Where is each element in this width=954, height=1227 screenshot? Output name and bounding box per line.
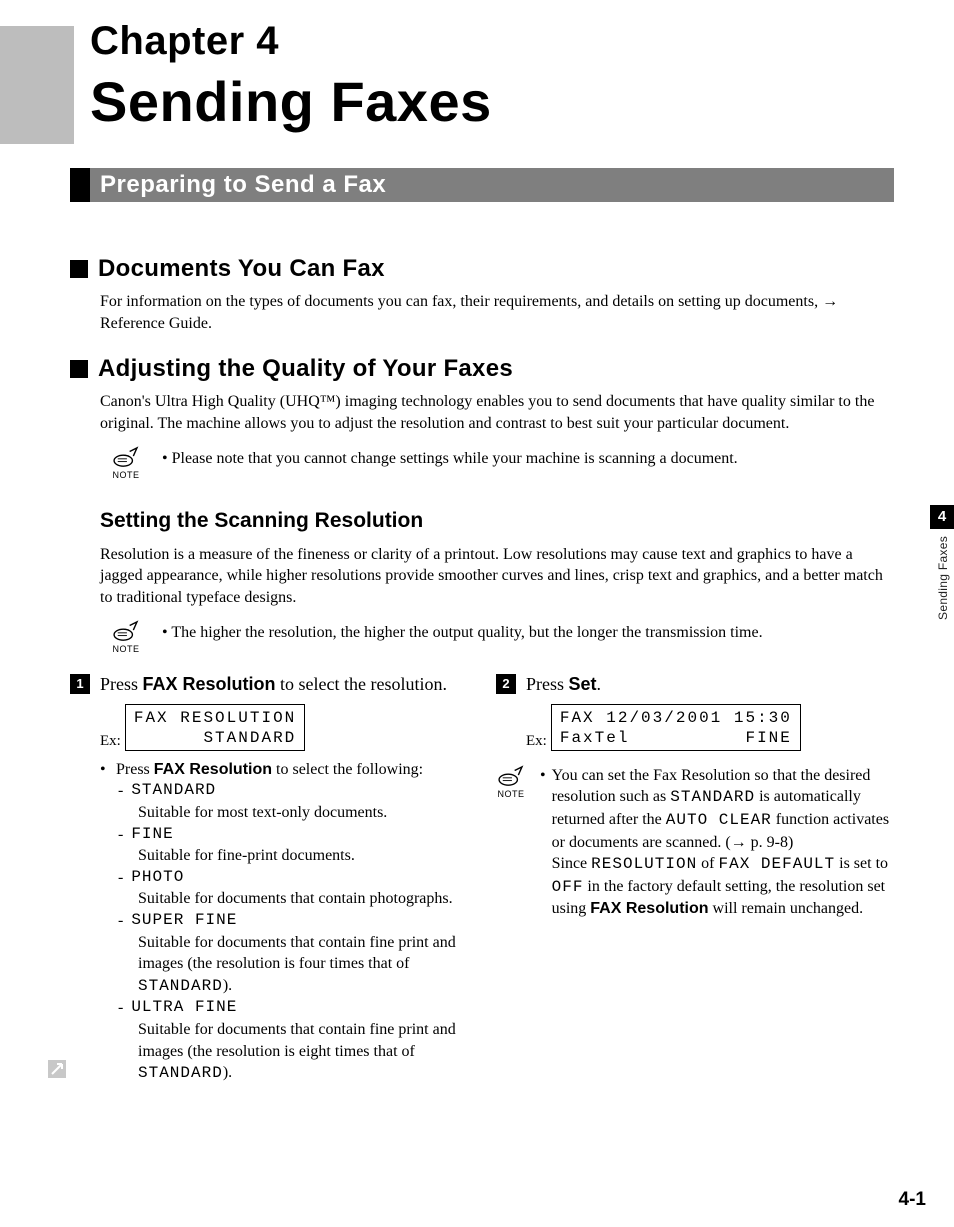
- subsection-heading: Documents You Can Fax: [70, 253, 894, 285]
- option: -PHOTO: [118, 867, 468, 889]
- note-row: NOTE • You can set the Fax Resolution so…: [496, 765, 894, 920]
- section-bar-bullet: [70, 168, 90, 202]
- key-name: FAX Resolution: [590, 900, 708, 917]
- note-row: NOTE • Please note that you cannot chang…: [106, 446, 894, 481]
- section-bar-title: Preparing to Send a Fax: [100, 169, 386, 201]
- lcd-line1: FAX RESOLUTION: [134, 709, 296, 727]
- lcd-line2: FaxTel FINE: [560, 729, 792, 747]
- note-text-content: The higher the resolution, the higher th…: [171, 624, 762, 641]
- chapter-tab: 4: [930, 505, 954, 529]
- step-1-column: 1 Press FAX Resolution to select the res…: [70, 672, 468, 1085]
- lcd-example: Ex: FAX 12/03/2001 15:30 FaxTel FINE: [526, 704, 894, 751]
- option-name: STANDARD: [131, 780, 216, 802]
- step-text: Press FAX Resolution to select the resol…: [100, 672, 447, 696]
- option-desc: Suitable for fine-print documents.: [138, 845, 468, 867]
- subsection-title: Adjusting the Quality of Your Faxes: [98, 353, 513, 385]
- option-name: ULTRA FINE: [131, 997, 237, 1019]
- bullet-list: • Press FAX Resolution to select the fol…: [100, 759, 468, 1085]
- note-row: NOTE • The higher the resolution, the hi…: [106, 620, 894, 655]
- square-bullet-icon: [70, 360, 88, 378]
- section-bar: Preparing to Send a Fax: [70, 168, 894, 202]
- body-paragraph: Canon's Ultra High Quality (UHQ™) imagin…: [100, 391, 894, 434]
- note-text: • Please note that you cannot change set…: [162, 446, 738, 470]
- note-body: • You can set the Fax Resolution so that…: [540, 765, 894, 920]
- external-link-icon[interactable]: [48, 1060, 66, 1078]
- list-item: • Press FAX Resolution to select the fol…: [100, 759, 468, 781]
- header-gray-block: [0, 26, 74, 144]
- step-2-column: 2 Press Set. Ex: FAX 12/03/2001 15:30 Fa…: [496, 672, 894, 1085]
- note-label: NOTE: [112, 469, 139, 481]
- page-content: Documents You Can Fax For information on…: [70, 235, 894, 1085]
- option: -SUPER FINE: [118, 910, 468, 932]
- square-bullet-icon: [70, 260, 88, 278]
- subsection-heading: Adjusting the Quality of Your Faxes: [70, 353, 894, 385]
- sub-subsection-title: Setting the Scanning Resolution: [100, 507, 894, 535]
- option-name: FINE: [131, 824, 173, 846]
- chapter-tab-label: Sending Faxes: [935, 536, 951, 620]
- lcd-display: FAX 12/03/2001 15:30 FaxTel FINE: [551, 704, 801, 751]
- chapter-heading: Chapter 4 Sending Faxes: [90, 14, 894, 140]
- option: -FINE: [118, 824, 468, 846]
- key-name: Set: [569, 674, 597, 694]
- option: -ULTRA FINE: [118, 997, 468, 1019]
- option-name: SUPER FINE: [131, 910, 237, 932]
- step-columns: 1 Press FAX Resolution to select the res…: [70, 672, 894, 1085]
- chapter-number: Chapter 4: [90, 14, 894, 68]
- note-label: NOTE: [112, 643, 139, 655]
- option-name: PHOTO: [131, 867, 184, 889]
- note-icon: NOTE: [496, 765, 526, 800]
- step-heading: 2 Press Set.: [496, 672, 894, 696]
- option-desc: Suitable for most text-only documents.: [138, 802, 468, 824]
- page-number: 4-1: [899, 1187, 926, 1213]
- example-label: Ex:: [526, 731, 547, 751]
- option-list: -STANDARD Suitable for most text-only do…: [118, 780, 468, 1084]
- body-paragraph: For information on the types of document…: [100, 291, 894, 334]
- lcd-example: Ex: FAX RESOLUTION STANDARD: [100, 704, 468, 751]
- step-heading: 1 Press FAX Resolution to select the res…: [70, 672, 468, 696]
- note-label: NOTE: [497, 788, 524, 800]
- option-desc: Suitable for documents that contain fine…: [138, 1019, 468, 1085]
- example-label: Ex:: [100, 731, 121, 751]
- chapter-title: Sending Faxes: [90, 64, 894, 140]
- note-icon: NOTE: [106, 620, 146, 655]
- key-name: FAX Resolution: [154, 761, 272, 778]
- body-paragraph: Resolution is a measure of the fineness …: [100, 544, 894, 609]
- step-number-badge: 1: [70, 674, 90, 694]
- option-desc: Suitable for documents that contain fine…: [138, 932, 468, 998]
- note-text-content: Please note that you cannot change setti…: [172, 450, 738, 467]
- lcd-line1: FAX 12/03/2001 15:30: [560, 709, 792, 727]
- step-number-badge: 2: [496, 674, 516, 694]
- option-desc: Suitable for documents that contain phot…: [138, 888, 468, 910]
- note-text: • The higher the resolution, the higher …: [162, 620, 763, 644]
- section-bar-strip: Preparing to Send a Fax: [90, 168, 894, 202]
- lcd-display: FAX RESOLUTION STANDARD: [125, 704, 305, 751]
- option: -STANDARD: [118, 780, 468, 802]
- step-text: Press Set.: [526, 672, 601, 696]
- subsection-title: Documents You Can Fax: [98, 253, 385, 285]
- note-icon: NOTE: [106, 446, 146, 481]
- lcd-line2: STANDARD: [134, 728, 296, 748]
- key-name: FAX Resolution: [143, 674, 276, 694]
